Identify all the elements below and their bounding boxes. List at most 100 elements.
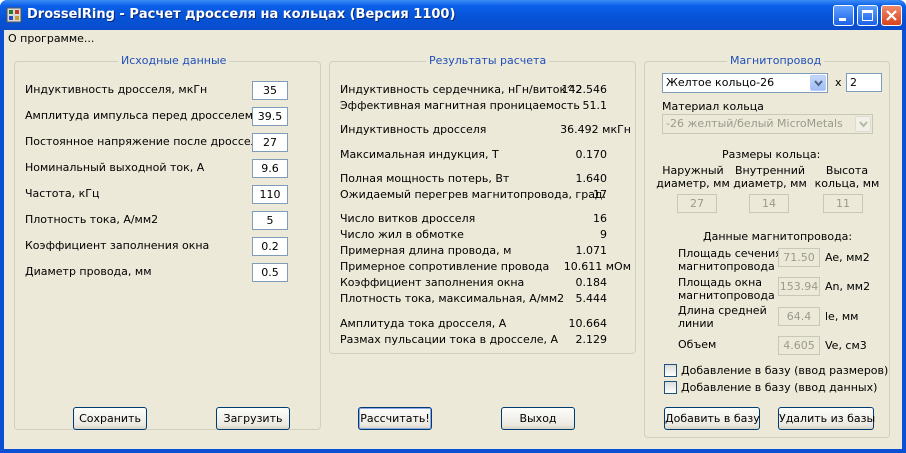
input-label: Коэффициент заполнения окна: [25, 239, 210, 252]
add-data-label[interactable]: Добавление в базу (ввод данных): [681, 381, 877, 394]
menu-bar: О программе...: [4, 30, 902, 48]
input-group: Исходные данные Индуктивность дросселя, …: [14, 54, 321, 430]
input-label: Амплитуда импульса перед дросселем, В: [25, 109, 268, 122]
core-select[interactable]: Желтое кольцо-26: [662, 73, 828, 93]
window-area-field: 153.94: [778, 277, 820, 296]
window-title: DrosselRing - Расчет дросселя на кольцах…: [27, 7, 456, 22]
chevron-down-icon: [859, 121, 868, 128]
input-group-title: Исходные данные: [118, 54, 230, 67]
client-area: О программе... Исходные данные Индуктивн…: [4, 30, 902, 449]
result-value: 9: [600, 228, 607, 241]
volume-field: 4.605: [778, 336, 820, 355]
result-value: 0.184: [575, 276, 608, 289]
result-label: Индуктивность сердечника, нГн/виток^2: [340, 83, 583, 96]
core-data-unit: Ae, мм2: [825, 251, 870, 264]
result-value: 10.611 мОм: [563, 260, 631, 273]
app-icon: [6, 7, 22, 23]
add-sizes-checkbox[interactable]: [664, 364, 677, 377]
result-value: 0.170: [575, 148, 608, 161]
result-label: Коэффициент заполнения окна: [340, 276, 525, 289]
output-current-input[interactable]: 9.6: [252, 159, 288, 178]
pulse-amplitude-input[interactable]: 39.5: [252, 107, 288, 126]
result-value: 142.546: [561, 83, 608, 96]
core-group: Магнитопровод Желтое кольцо-26 x 2 Матер…: [644, 54, 890, 438]
result-value: 1.640: [575, 172, 608, 185]
area-section-field: 71.50: [778, 248, 820, 267]
result-label: Примерная длина провода, м: [340, 244, 512, 257]
core-select-value: Желтое кольцо-26: [666, 76, 775, 89]
title-bar[interactable]: DrosselRing - Расчет дросселя на кольцах…: [0, 0, 906, 30]
frequency-input[interactable]: 110: [252, 185, 288, 204]
save-button[interactable]: Сохранить: [73, 407, 147, 430]
core-data-label: Объем: [678, 338, 717, 351]
inductance-input[interactable]: 35: [252, 81, 288, 100]
close-button[interactable]: [881, 5, 902, 26]
result-label: Примерное сопротивление провода: [340, 260, 550, 273]
input-label: Постоянное напряжение после дросселя, В: [25, 135, 279, 148]
result-label: Полная мощность потерь, Вт: [340, 172, 510, 185]
core-data-unit: Ve, см3: [825, 339, 867, 352]
outer-diameter-field: 27: [677, 194, 717, 213]
result-label: Максимальная индукция, Т: [340, 148, 499, 161]
material-label: Материал кольца: [662, 100, 764, 113]
size-label: Внутренний диаметр, мм: [733, 164, 807, 190]
dropdown-button[interactable]: [810, 75, 826, 91]
result-label: Ожидаемый перегрев магнитопровода, град.: [340, 188, 607, 201]
add-data-checkbox[interactable]: [664, 381, 677, 394]
core-data-label: Длина средней линии: [678, 304, 767, 330]
mean-length-field: 64.4: [778, 307, 820, 326]
result-label: Число витков дросселя: [340, 212, 476, 225]
result-value: 10.664: [568, 317, 608, 330]
core-data-unit: le, мм: [825, 310, 859, 323]
result-label: Число жил в обмотке: [340, 228, 464, 241]
exit-button[interactable]: Выход: [501, 407, 575, 430]
minimize-button[interactable]: [833, 5, 854, 26]
result-label: Размах пульсации тока в дросселе, А: [340, 333, 559, 346]
material-select[interactable]: -26 желтый/белый MicroMetals: [662, 114, 873, 134]
result-label: Плотность тока, максимальная, А/мм2: [340, 292, 565, 305]
size-label: Высота кольца, мм: [814, 164, 880, 190]
calculate-button[interactable]: Рассчитать!: [358, 407, 432, 430]
input-label: Номинальный выходной ток, А: [25, 161, 205, 174]
core-data-label: Площадь окна магнитопровода: [678, 276, 775, 302]
close-icon: [886, 10, 897, 21]
result-value: 17: [593, 188, 607, 201]
maximize-button[interactable]: [857, 5, 878, 26]
result-label: Индуктивность дросселя: [340, 123, 487, 136]
height-field: 11: [823, 194, 863, 213]
result-value: 1.071: [575, 244, 608, 257]
multiplier-input[interactable]: 2: [846, 73, 882, 92]
result-value: 5.444: [575, 292, 608, 305]
chevron-down-icon: [814, 80, 823, 87]
core-data-label: Площадь сечения магнитопровода: [678, 247, 782, 273]
input-label: Диаметр провода, мм: [25, 265, 152, 278]
delete-from-db-button[interactable]: Удалить из базы: [778, 407, 875, 430]
multiplier-label: x: [835, 76, 842, 89]
input-label: Индуктивность дросселя, мкГн: [25, 83, 208, 96]
add-sizes-label[interactable]: Добавление в базу (ввод размеров): [681, 364, 888, 377]
size-label: Наружный диаметр, мм: [656, 164, 730, 190]
maximize-icon: [862, 10, 873, 21]
results-group: Результаты расчета Индуктивность сердечн…: [329, 54, 636, 354]
core-group-title: Магнитопровод: [727, 54, 825, 67]
fill-factor-input[interactable]: 0.2: [252, 237, 288, 256]
result-label: Амплитуда тока дросселя, А: [340, 317, 507, 330]
app-window: DrosselRing - Расчет дросселя на кольцах…: [0, 0, 906, 453]
material-select-value: -26 желтый/белый MicroMetals: [666, 117, 843, 130]
wire-diameter-input[interactable]: 0.5: [252, 263, 288, 282]
sizes-title: Размеры кольца:: [722, 148, 821, 161]
load-button[interactable]: Загрузить: [216, 407, 290, 430]
result-value: 36.492 мкГн: [560, 123, 631, 136]
result-label: Эффективная магнитная проницаемость: [340, 99, 580, 112]
minimize-icon: [839, 18, 846, 21]
dropdown-button[interactable]: [855, 116, 871, 132]
menu-about[interactable]: О программе...: [8, 32, 94, 45]
add-to-db-button[interactable]: Добавить в базу: [664, 407, 760, 430]
core-data-title: Данные магнитопровода:: [703, 230, 853, 243]
dc-voltage-input[interactable]: 27: [252, 133, 288, 152]
result-value: 2.129: [575, 333, 608, 346]
current-density-input[interactable]: 5: [252, 211, 288, 230]
input-label: Плотность тока, А/мм2: [25, 213, 159, 226]
result-value: 51.1: [582, 99, 608, 112]
input-label: Частота, кГц: [25, 187, 100, 200]
